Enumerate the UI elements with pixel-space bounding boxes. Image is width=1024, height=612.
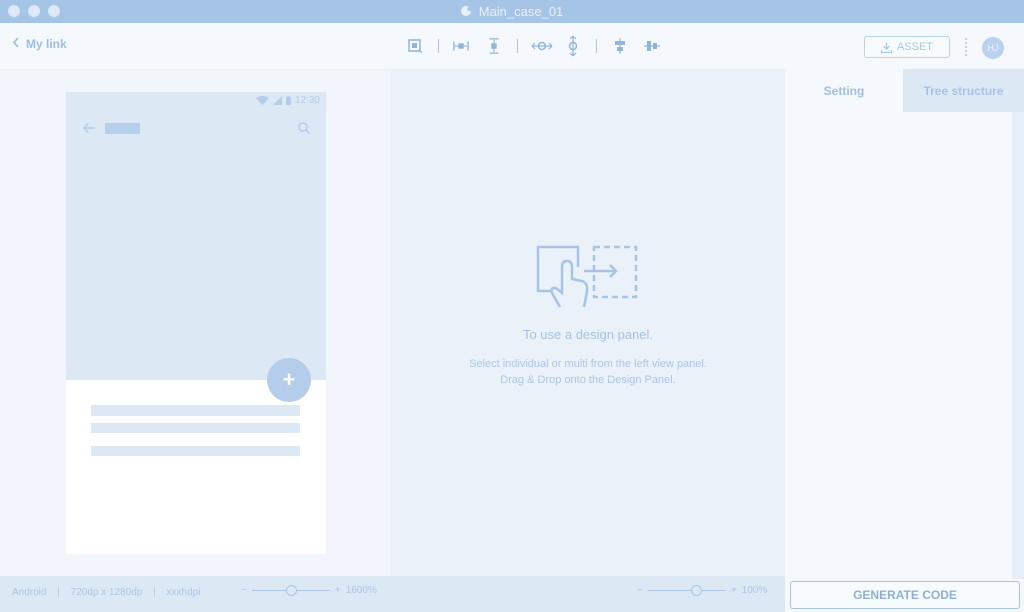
window-title-area: Main_case_01 — [0, 4, 1024, 19]
app-logo-icon — [460, 6, 472, 16]
select-area-icon[interactable] — [407, 38, 423, 54]
zoom-out-button[interactable]: − — [241, 585, 247, 596]
zoom-slider-handle[interactable] — [285, 585, 297, 596]
design-zoom-control: − + 100% — [637, 585, 767, 596]
scrollbar[interactable] — [1012, 112, 1024, 579]
asset-button-label: ASSET — [896, 41, 934, 53]
status-bar-bottom: Android | 720dp x 1280dp | xxxhdpi − + 1… — [0, 576, 785, 612]
zoom-out-button[interactable]: − — [637, 585, 643, 596]
asset-button[interactable]: ASSET — [864, 36, 950, 58]
align-center-vertical-icon[interactable] — [612, 38, 628, 54]
zoom-slider[interactable] — [251, 585, 330, 596]
properties-panel: Setting Tree structure GENERATE CODE — [785, 69, 1024, 612]
content-line-placeholder[interactable] — [91, 405, 300, 416]
download-icon — [880, 42, 892, 53]
toolbar: My link ASSET HJ — [0, 23, 1024, 70]
window-title: Main_case_01 — [478, 4, 564, 19]
zoom-in-button[interactable]: + — [335, 585, 341, 596]
view-panel: 12:30 + — [0, 70, 391, 576]
design-panel-title: To use a design panel. — [522, 327, 654, 342]
toolbar-divider — [596, 39, 597, 53]
view-zoom-control: − + 1600% — [241, 585, 377, 596]
zoom-slider-handle[interactable] — [690, 585, 702, 596]
toolbar-divider — [438, 39, 439, 53]
status-bar: 12:30 — [255, 95, 320, 106]
zoom-level: 100% — [741, 585, 768, 596]
zoom-in-button[interactable]: + — [731, 585, 737, 596]
toolbar-divider — [517, 39, 518, 53]
title-bar: Main_case_01 — [0, 0, 1024, 23]
align-center-horizontal-icon[interactable] — [644, 38, 660, 54]
content-line-placeholder[interactable] — [91, 446, 300, 456]
cell-signal-icon — [272, 96, 282, 105]
design-panel[interactable]: To use a design panel. Select individual… — [391, 70, 785, 576]
device-info: Android | 720dp x 1280dp | xxxhdpi — [12, 587, 201, 598]
zoom-level: 1600% — [345, 585, 377, 596]
density-label: xxxhdpi — [166, 587, 201, 598]
more-options-icon[interactable] — [965, 38, 969, 56]
tab-tree-structure[interactable]: Tree structure — [903, 69, 1024, 112]
chevron-left-icon — [12, 37, 20, 51]
vertical-spacing-icon[interactable] — [486, 38, 502, 54]
design-panel-hint-line2: Drag & Drop onto the Design Panel. — [500, 374, 676, 386]
tab-setting[interactable]: Setting — [785, 69, 903, 112]
arrow-left-icon[interactable] — [82, 122, 96, 134]
platform-label: Android — [12, 587, 47, 598]
drag-drop-icon — [536, 245, 638, 308]
back-link[interactable]: My link — [12, 37, 67, 51]
status-time: 12:30 — [294, 95, 320, 106]
generate-code-button[interactable]: GENERATE CODE — [790, 581, 1020, 609]
design-panel-hint-line1: Select individual or multi from the left… — [469, 358, 707, 370]
distribute-horizontal-icon[interactable] — [531, 38, 553, 54]
search-icon[interactable] — [298, 122, 311, 135]
plus-icon: + — [282, 367, 296, 392]
content-line-placeholder[interactable] — [91, 423, 300, 433]
device-preview[interactable]: 12:30 + — [66, 92, 326, 554]
device-app-bar[interactable]: 12:30 — [66, 92, 326, 380]
fab-add-button[interactable]: + — [267, 358, 311, 402]
back-link-label: My link — [26, 37, 67, 51]
distribute-vertical-icon[interactable] — [565, 35, 581, 57]
wifi-icon — [255, 96, 269, 105]
app-title-placeholder[interactable] — [105, 123, 140, 134]
resolution-label: 720dp x 1280dp — [70, 587, 143, 598]
horizontal-spacing-icon[interactable] — [453, 38, 469, 54]
user-avatar[interactable]: HJ — [982, 37, 1004, 59]
battery-icon — [285, 96, 291, 105]
zoom-slider[interactable] — [647, 585, 726, 596]
